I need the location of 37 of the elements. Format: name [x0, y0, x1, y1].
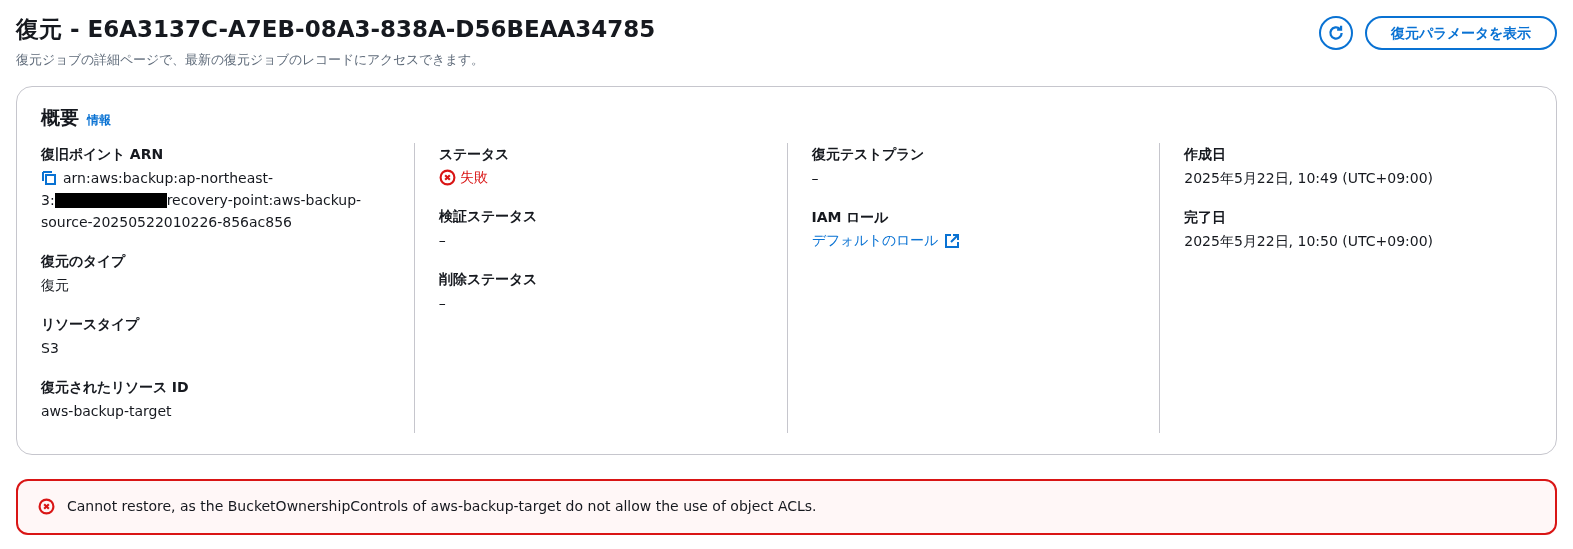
arn-value: source-20250522010226-856ac856 — [41, 213, 292, 232]
field-value: 2025年5月22日, 10:49 (UTC+09:00) — [1184, 169, 1435, 188]
role-link[interactable]: デフォルトのロール — [811, 230, 938, 251]
field-label: 復旧ポイント ARN — [41, 145, 165, 164]
field-value: – — [438, 231, 447, 250]
arn-value: arn:aws:backup:ap-northeast- — [63, 169, 274, 188]
field-label: リソースタイプ — [41, 315, 141, 334]
field-value: aws-backup-target — [41, 402, 173, 421]
page-title: 復元 - E6A3137C-A7EB-08A3-838A-D56BEAA34785 — [16, 15, 656, 44]
info-link[interactable]: 情報 — [87, 110, 111, 129]
alert-message: Cannot restore, as the BucketOwnershipControls of aws-backup-target do not allow the use of object ACLs. — [67, 497, 817, 516]
field-value: – — [811, 169, 820, 188]
field-value: – — [438, 294, 447, 313]
field-value: 復元 — [41, 276, 70, 295]
field-label: 復元テストプラン — [811, 145, 925, 164]
arn-value: 3: — [41, 191, 55, 210]
field-label: 復元されたリソース ID — [41, 378, 190, 397]
status-value: 失敗 — [459, 168, 488, 187]
field-label: IAM ロール — [811, 208, 890, 227]
field-value: 2025年5月22日, 10:50 (UTC+09:00) — [1184, 232, 1435, 251]
refresh-button[interactable] — [1319, 16, 1353, 50]
view-parameters-button[interactable]: 復元パラメータを表示 — [1365, 16, 1557, 50]
arn-value: recovery-point:aws-backup- — [166, 191, 362, 210]
error-icon — [438, 169, 456, 186]
field-value: S3 — [41, 339, 60, 358]
field-label: 完了日 — [1184, 208, 1228, 227]
external-link-icon[interactable] — [943, 232, 960, 249]
page-description: 復元ジョブの詳細ページで、最新の復元ジョブのレコードにアクセスできます。 — [16, 51, 485, 69]
error-icon — [38, 498, 55, 515]
field-label: ステータス — [438, 145, 510, 164]
section-title: 概要 — [41, 104, 79, 130]
field-label: 削除ステータス — [438, 270, 538, 289]
field-label: 検証ステータス — [438, 207, 538, 226]
copy-icon[interactable] — [41, 170, 57, 186]
field-label: 作成日 — [1184, 145, 1228, 164]
field-label: 復元のタイプ — [41, 252, 127, 271]
refresh-icon — [1327, 24, 1345, 42]
